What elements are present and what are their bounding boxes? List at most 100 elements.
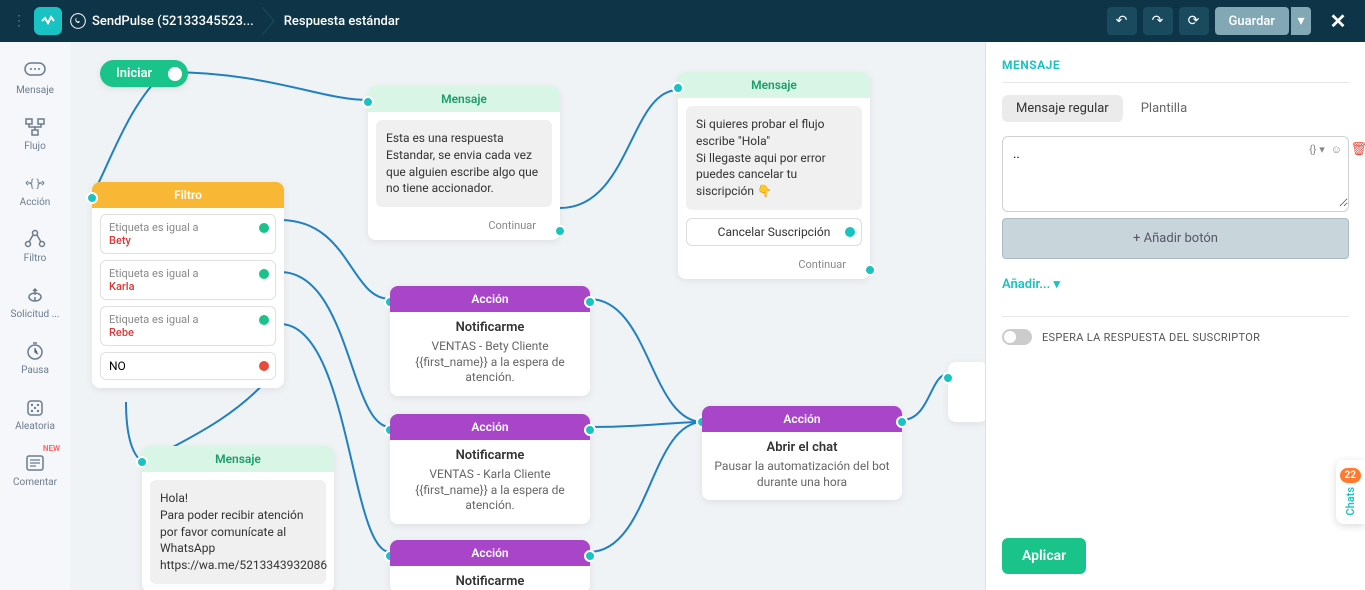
header-left: ⋮ SendPulse (52133345523... Respuesta es… — [12, 7, 1107, 35]
message-textarea[interactable] — [1003, 137, 1348, 207]
variable-picker[interactable]: {} ▾ — [1309, 143, 1325, 156]
node-message-2[interactable]: Mensaje Si quieres probar el flujo escri… — [678, 72, 870, 279]
new-badge: NEW — [43, 444, 60, 453]
tool-label: Acción — [20, 197, 51, 208]
redo-button[interactable]: ↷ — [1143, 7, 1173, 35]
save-dropdown[interactable]: ▾ — [1291, 7, 1311, 35]
filter-condition-1[interactable]: Etiqueta es igual a Bety — [100, 214, 276, 254]
tool-label: Solicitud ... — [11, 309, 60, 320]
filter-condition-3[interactable]: Etiqueta es igual a Rebe — [100, 306, 276, 346]
close-button[interactable]: ✕ — [1323, 7, 1353, 35]
tool-label: Comentar — [13, 477, 57, 488]
node-start-label: Iniciar — [116, 66, 152, 81]
node-header: Acción — [390, 414, 590, 440]
apply-button[interactable]: Aplicar — [1002, 538, 1086, 574]
flow-canvas[interactable]: Iniciar Mensaje Esta es una respuesta Es… — [70, 42, 985, 590]
tool-filter[interactable]: Filtro — [8, 218, 62, 272]
node-body: Hola! Para poder recibir atención por fa… — [150, 480, 326, 584]
port-out[interactable] — [864, 264, 876, 276]
port-out[interactable] — [584, 296, 596, 308]
filter-no[interactable]: NO — [100, 352, 276, 380]
port-in[interactable] — [942, 372, 954, 384]
node-message-3[interactable]: Mensaje Hola! Para poder recibir atenció… — [142, 446, 334, 590]
port-out[interactable] — [896, 416, 908, 428]
tool-label: Flujo — [24, 141, 46, 152]
filter-condition-2[interactable]: Etiqueta es igual a Karla — [100, 260, 276, 300]
tool-label: Pausa — [21, 365, 49, 376]
tool-action[interactable]: { } Acción — [8, 162, 62, 216]
message-icon — [23, 59, 47, 83]
tab-regular-message[interactable]: Mensaje regular — [1002, 95, 1123, 122]
tab-template[interactable]: Plantilla — [1127, 95, 1201, 122]
flow-icon — [23, 115, 47, 139]
tool-label: Mensaje — [16, 85, 54, 96]
node-filter[interactable]: Filtro Etiqueta es igual a Bety Etiqueta… — [92, 182, 284, 388]
node-header: Acción — [702, 406, 902, 432]
node-header: Mensaje — [678, 72, 870, 98]
port-out[interactable] — [845, 227, 855, 237]
properties-panel: MENSAJE Mensaje regular Plantilla {} ▾ ☺… — [985, 42, 1365, 590]
port-in[interactable] — [362, 96, 374, 108]
undo-button[interactable]: ↶ — [1107, 7, 1137, 35]
node-partial[interactable] — [948, 362, 985, 422]
chats-badge[interactable]: 22 Chats — [1336, 460, 1365, 524]
port-in[interactable] — [672, 82, 684, 94]
node-start[interactable]: Iniciar — [100, 60, 188, 87]
save-button[interactable]: Guardar — [1215, 7, 1290, 35]
chats-label: Chats — [1344, 487, 1357, 516]
action-body: Pausar la automatización del bot durante… — [702, 459, 902, 500]
breadcrumb-flow: Respuesta estándar — [284, 14, 400, 29]
port-out[interactable] — [168, 67, 182, 81]
tool-api[interactable]: Solicitud ... — [8, 274, 62, 328]
header-right: ↶ ↷ ⟳ Guardar ▾ ✕ — [1107, 7, 1354, 35]
add-button-bar[interactable]: + Añadir botón — [1002, 218, 1349, 259]
node-message-1[interactable]: Mensaje Esta es una respuesta Estandar, … — [368, 86, 560, 240]
tool-label: Aleatoria — [15, 421, 55, 432]
divider — [1002, 82, 1349, 83]
api-icon — [23, 283, 47, 307]
tool-pause[interactable]: Pausa — [8, 330, 62, 384]
tool-comment[interactable]: NEW Comentar — [8, 442, 62, 496]
breadcrumb-channel[interactable]: SendPulse (52133345523... — [70, 13, 254, 29]
whatsapp-icon — [70, 13, 86, 29]
tool-message[interactable]: Mensaje — [8, 50, 62, 104]
node-action-1[interactable]: Acción Notificarme VENTAS - Bety Cliente… — [390, 286, 590, 396]
history-button[interactable]: ⟳ — [1179, 7, 1209, 35]
port-in[interactable] — [136, 456, 148, 468]
action-subtitle: Notificarme — [390, 312, 590, 339]
port-in[interactable] — [86, 192, 98, 204]
port-out[interactable] — [259, 223, 269, 233]
node-button[interactable]: Cancelar Suscripción — [686, 218, 862, 246]
node-header: Mensaje — [142, 446, 334, 472]
breadcrumb-flow-label: Respuesta estándar — [284, 14, 400, 29]
add-element-link[interactable]: Añadir... ▾ — [1002, 277, 1349, 292]
drag-handle-icon[interactable]: ⋮ — [12, 13, 26, 29]
action-icon: { } — [23, 171, 47, 195]
port-out[interactable] — [584, 550, 596, 562]
node-action-4[interactable]: Acción Abrir el chat Pausar la automatiz… — [702, 406, 902, 500]
port-out[interactable] — [554, 225, 566, 237]
node-header: Filtro — [92, 182, 284, 208]
panel-tabs: Mensaje regular Plantilla — [1002, 95, 1349, 122]
node-header: Mensaje — [368, 86, 560, 112]
wait-response-row: ESPERA LA RESPUESTA DEL SUSCRIPTOR — [1002, 329, 1349, 345]
port-out[interactable] — [259, 361, 269, 371]
breadcrumb-channel-label: SendPulse (52133345523... — [92, 14, 254, 29]
port-out[interactable] — [259, 269, 269, 279]
emoji-picker-icon[interactable]: ☺ — [1331, 143, 1342, 156]
node-action-3[interactable]: Acción Notificarme — [390, 540, 590, 590]
delete-icon[interactable]: 🗑 — [1350, 142, 1365, 157]
node-body: Si quieres probar el flujo escribe "Hola… — [686, 106, 862, 210]
divider — [1002, 316, 1349, 317]
tool-random[interactable]: Aleatoria — [8, 386, 62, 440]
wait-response-toggle[interactable] — [1002, 329, 1032, 345]
port-out[interactable] — [584, 424, 596, 436]
svg-text:{ }: { } — [30, 177, 40, 190]
app-logo[interactable] — [34, 7, 62, 35]
node-continue: Continuar — [368, 215, 560, 240]
action-body: VENTAS - Karla Cliente {{first_name}} a … — [390, 467, 590, 524]
node-action-2[interactable]: Acción Notificarme VENTAS - Karla Client… — [390, 414, 590, 524]
toggle-label: ESPERA LA RESPUESTA DEL SUSCRIPTOR — [1042, 331, 1260, 344]
tool-flow[interactable]: Flujo — [8, 106, 62, 160]
port-out[interactable] — [259, 315, 269, 325]
